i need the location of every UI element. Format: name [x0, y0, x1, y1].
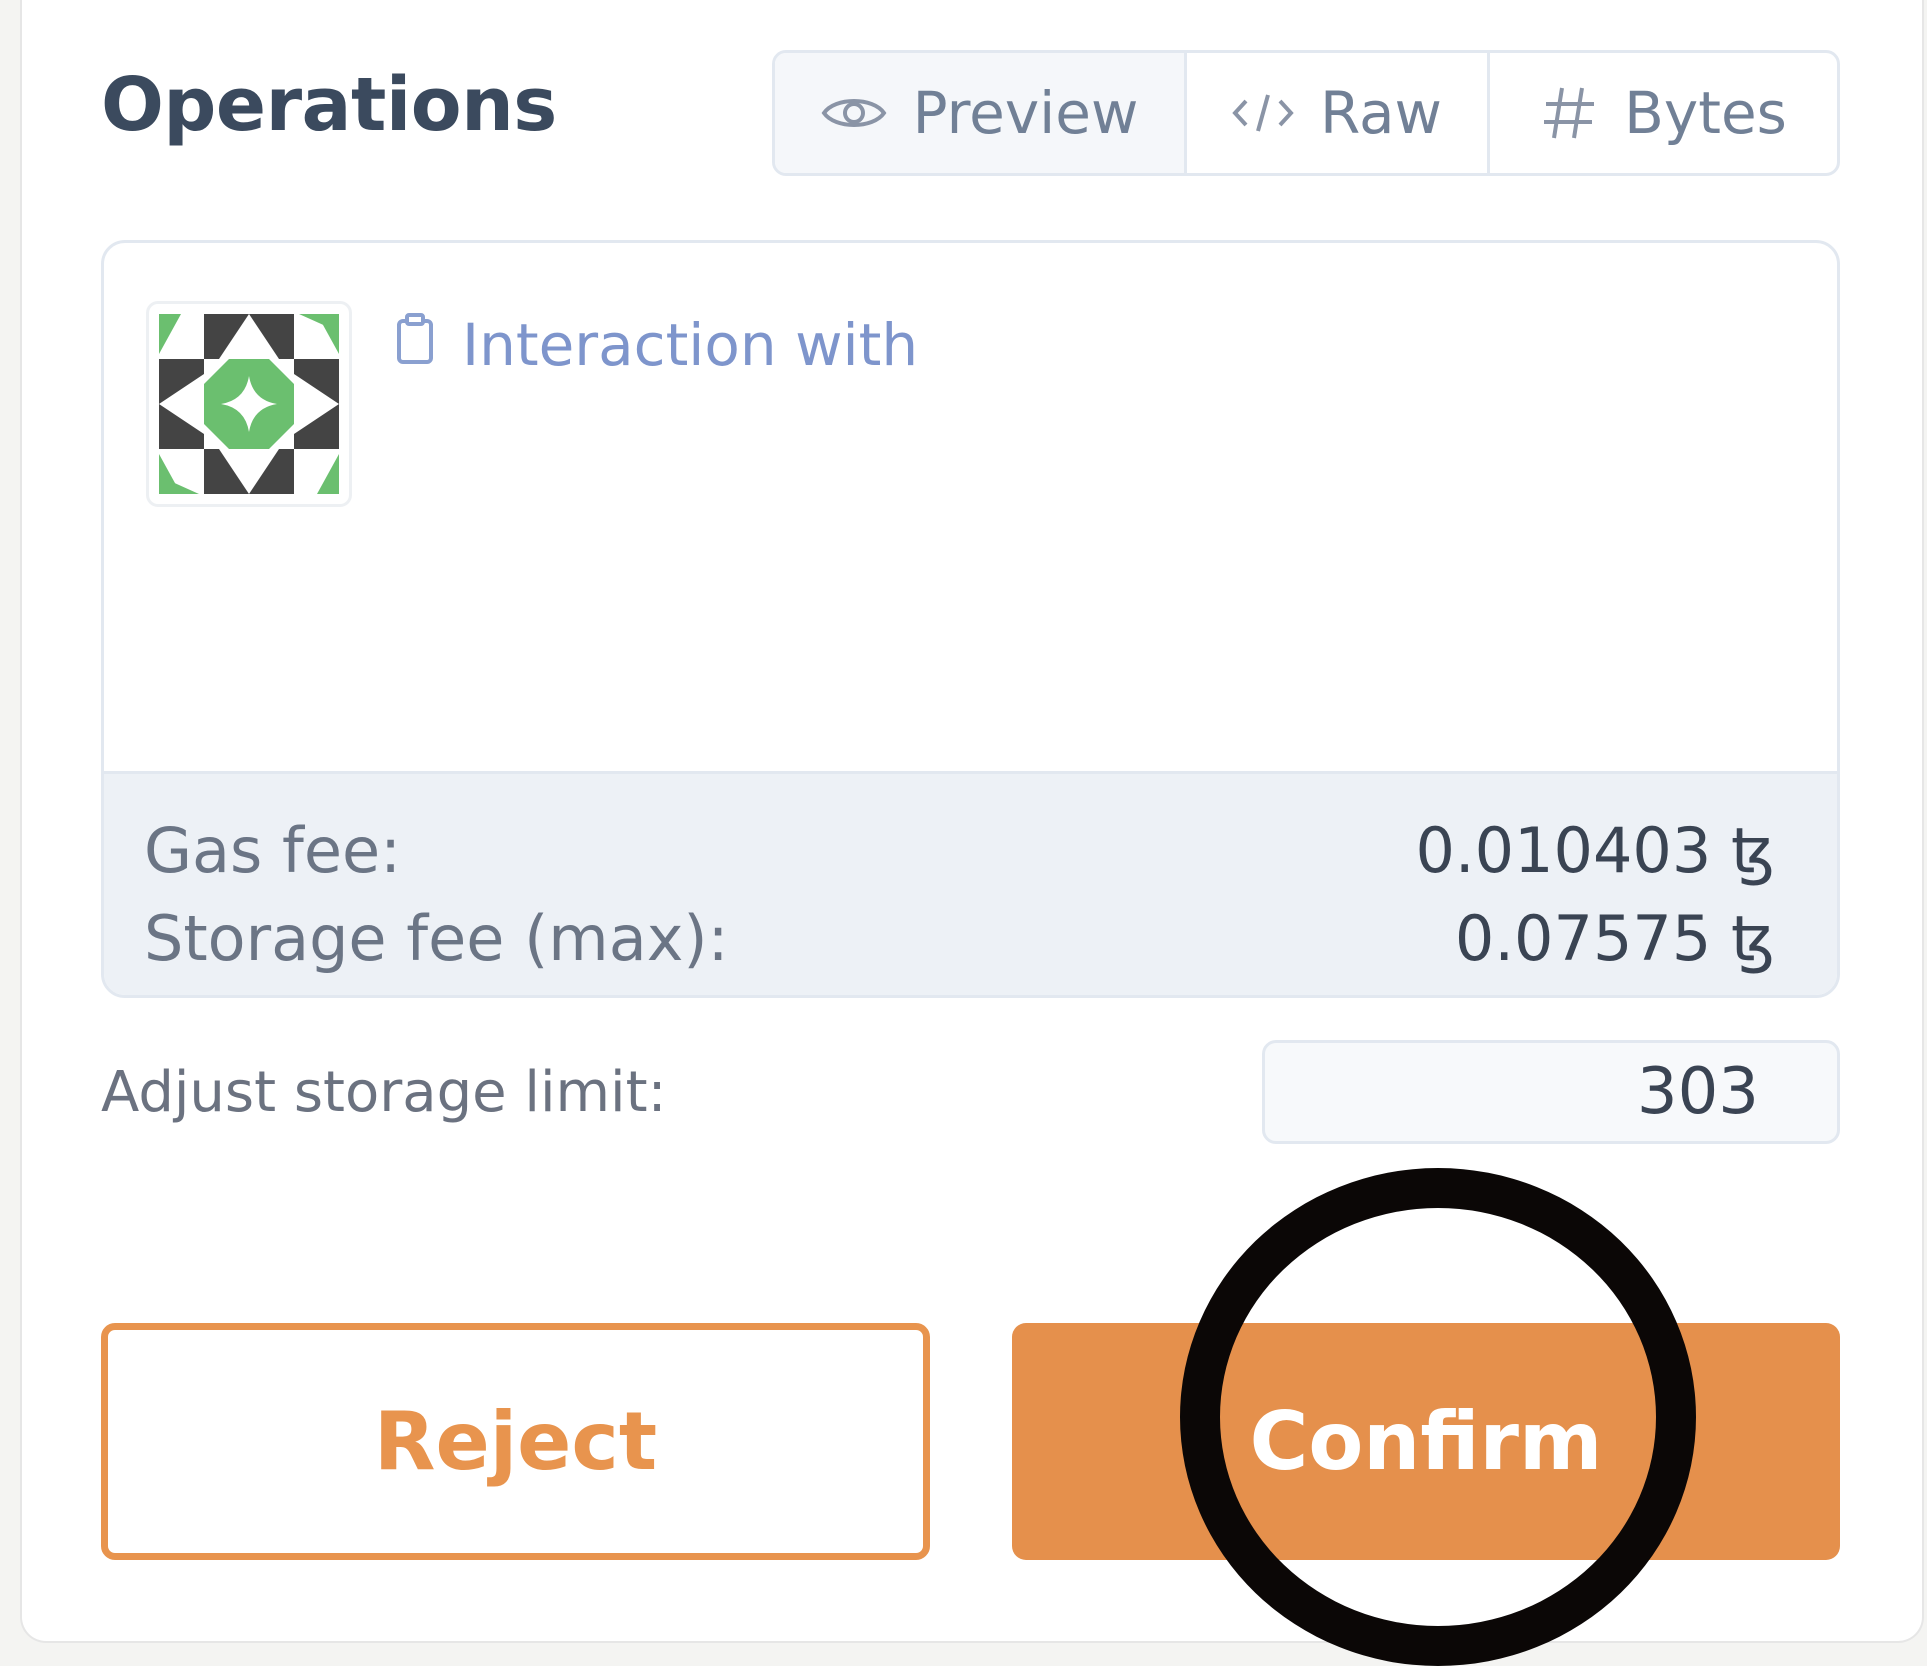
page-title: Operations — [101, 62, 557, 148]
interaction-with-link[interactable]: Interaction with — [396, 311, 918, 379]
storage-limit-input[interactable] — [1262, 1040, 1840, 1144]
gas-fee-value: 0.010403 ꜩ — [1415, 814, 1775, 887]
storage-fee-label: Storage fee (max): — [144, 902, 729, 975]
view-mode-tabs: Preview Raw Bytes — [772, 50, 1840, 176]
tab-bytes[interactable]: Bytes — [1487, 53, 1837, 173]
code-icon — [1232, 91, 1294, 135]
tab-preview[interactable]: Preview — [775, 53, 1184, 173]
reject-button[interactable]: Reject — [101, 1323, 930, 1560]
tab-preview-label: Preview — [912, 79, 1139, 147]
fee-summary: Gas fee: 0.010403 ꜩ Storage fee (max): 0… — [104, 771, 1837, 995]
storage-fee-value: 0.07575 ꜩ — [1454, 902, 1775, 975]
storage-limit-label: Adjust storage limit: — [101, 1060, 667, 1125]
tab-raw-label: Raw — [1319, 79, 1442, 147]
tab-bytes-label: Bytes — [1624, 79, 1787, 147]
gas-fee-label: Gas fee: — [144, 814, 402, 887]
interaction-label: Interaction with — [462, 311, 919, 379]
clipboard-icon — [396, 311, 434, 379]
contract-identicon-icon — [146, 301, 352, 507]
eye-icon — [821, 91, 887, 135]
gas-fee-row: Gas fee: 0.010403 ꜩ — [144, 820, 1775, 882]
storage-fee-row: Storage fee (max): 0.07575 ꜩ — [144, 908, 1775, 970]
operation-preview-box: Interaction with Gas fee: 0.010403 ꜩ Sto… — [101, 240, 1840, 998]
tab-raw[interactable]: Raw — [1184, 53, 1487, 173]
confirm-button[interactable]: Confirm — [1012, 1323, 1840, 1560]
hash-icon — [1540, 84, 1598, 142]
